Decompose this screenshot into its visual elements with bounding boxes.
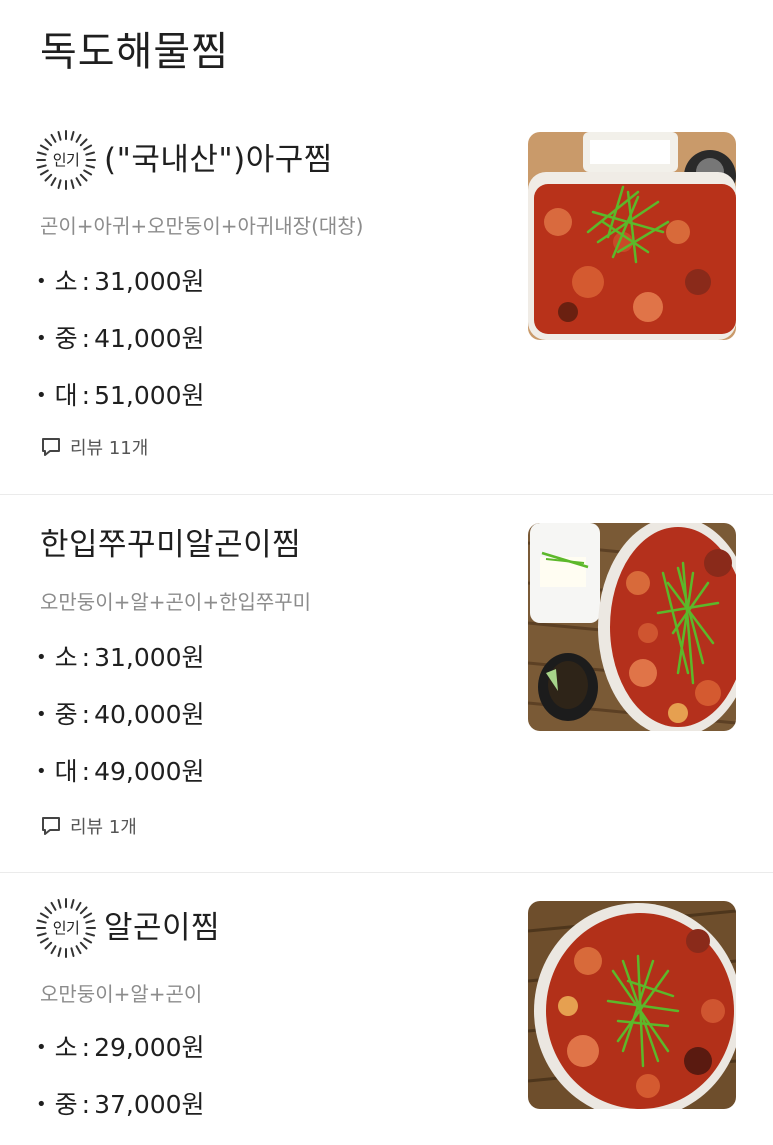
bullet: • — [36, 271, 47, 292]
price-option: • 소 : 31,000원 — [36, 262, 205, 319]
menu-item-description: 오만둥이+알+곤이+한입쭈꾸미 — [40, 590, 312, 614]
colon: : — [81, 381, 91, 410]
popular-badge-label: 인기 — [52, 919, 80, 937]
popular-badge-label: 인기 — [52, 151, 80, 169]
size-label: 중 — [54, 324, 78, 353]
size-label: 소 — [54, 1033, 78, 1062]
menu-item-header: 인기 알곤이찜 — [34, 898, 220, 958]
price-value: 51,000원 — [94, 381, 205, 410]
price-value: 40,000원 — [94, 700, 205, 729]
size-label: 중 — [54, 700, 78, 729]
menu-item-name: 한입쭈꾸미알곤이찜 — [40, 527, 302, 563]
size-label: 중 — [54, 1090, 78, 1119]
bullet: • — [36, 385, 47, 406]
colon: : — [81, 757, 91, 786]
size-label: 소 — [54, 267, 78, 296]
size-label: 대 — [54, 381, 78, 410]
menu-item-header: 한입쭈꾸미알곤이찜 — [40, 515, 301, 575]
price-option: • 중 : 41,000원 — [36, 319, 205, 376]
price-option: • 중 : 37,000원 — [36, 1085, 205, 1142]
price-value: 31,000원 — [94, 267, 205, 296]
menu-item-header: 인기 ("국내산")아구찜 — [34, 130, 333, 190]
menu-item-name: ("국내산")아구찜 — [104, 142, 333, 178]
menu-item-description: 오만둥이+알+곤이 — [40, 982, 203, 1006]
price-option: • 소 : 31,000원 — [36, 638, 205, 695]
size-label: 소 — [54, 643, 78, 672]
comment-icon — [42, 438, 60, 456]
price-option: • 대 : 51,000원 — [36, 376, 205, 433]
price-list: • 소 : 31,000원 • 중 : 41,000원 • 대 : 51,000… — [36, 262, 205, 433]
menu-page: 독도해물찜 인기 ("국내산")아구찜 곤이+아귀+오만둥이+아귀내장(대창) … — [0, 0, 773, 1145]
braised-seafood-photo-icon — [528, 132, 736, 340]
review-count: 리뷰 11개 — [70, 438, 149, 459]
comment-icon — [42, 817, 60, 835]
colon: : — [81, 324, 91, 353]
bullet: • — [36, 761, 47, 782]
price-option: • 대 : 49,000원 — [36, 752, 205, 809]
price-value: 41,000원 — [94, 324, 205, 353]
colon: : — [81, 1090, 91, 1119]
review-count-link[interactable]: 리뷰 1개 — [40, 811, 137, 841]
colon: : — [81, 700, 91, 729]
menu-item-photo[interactable] — [528, 132, 736, 340]
menu-item-photo[interactable] — [528, 901, 736, 1109]
colon: : — [81, 1033, 91, 1062]
popular-badge: 인기 — [34, 128, 98, 192]
menu-item-name: 알곤이찜 — [104, 910, 221, 946]
price-list: • 소 : 29,000원 • 중 : 37,000원 — [36, 1028, 205, 1142]
colon: : — [81, 643, 91, 672]
price-option: • 소 : 29,000원 — [36, 1028, 205, 1085]
review-count: 리뷰 1개 — [70, 817, 137, 838]
bullet: • — [36, 1037, 47, 1058]
popular-badge: 인기 — [34, 896, 98, 960]
bullet: • — [36, 647, 47, 668]
price-value: 37,000원 — [94, 1090, 205, 1119]
category-title: 독도해물찜 — [40, 29, 229, 75]
menu-item[interactable]: 인기 ("국내산")아구찜 곤이+아귀+오만둥이+아귀내장(대창) • 소 : … — [0, 95, 773, 494]
menu-item-description: 곤이+아귀+오만둥이+아귀내장(대창) — [40, 214, 364, 238]
bullet: • — [36, 1094, 47, 1115]
price-value: 29,000원 — [94, 1033, 205, 1062]
size-label: 대 — [54, 757, 78, 786]
price-list: • 소 : 31,000원 • 중 : 40,000원 • 대 : 49,000… — [36, 638, 205, 809]
bullet: • — [36, 328, 47, 349]
price-value: 31,000원 — [94, 643, 205, 672]
colon: : — [81, 267, 91, 296]
price-value: 49,000원 — [94, 757, 205, 786]
menu-item[interactable]: 한입쭈꾸미알곤이찜 오만둥이+알+곤이+한입쭈꾸미 • 소 : 31,000원 … — [0, 495, 773, 872]
price-option: • 중 : 40,000원 — [36, 695, 205, 752]
bullet: • — [36, 704, 47, 725]
menu-item[interactable]: 인기 알곤이찜 오만둥이+알+곤이 • 소 : 29,000원 • 중 : 37… — [0, 873, 773, 1145]
menu-item-photo[interactable] — [528, 523, 736, 731]
braised-seafood-photo-icon — [528, 901, 736, 1109]
braised-seafood-photo-icon — [528, 523, 736, 731]
review-count-link[interactable]: 리뷰 11개 — [40, 432, 148, 462]
